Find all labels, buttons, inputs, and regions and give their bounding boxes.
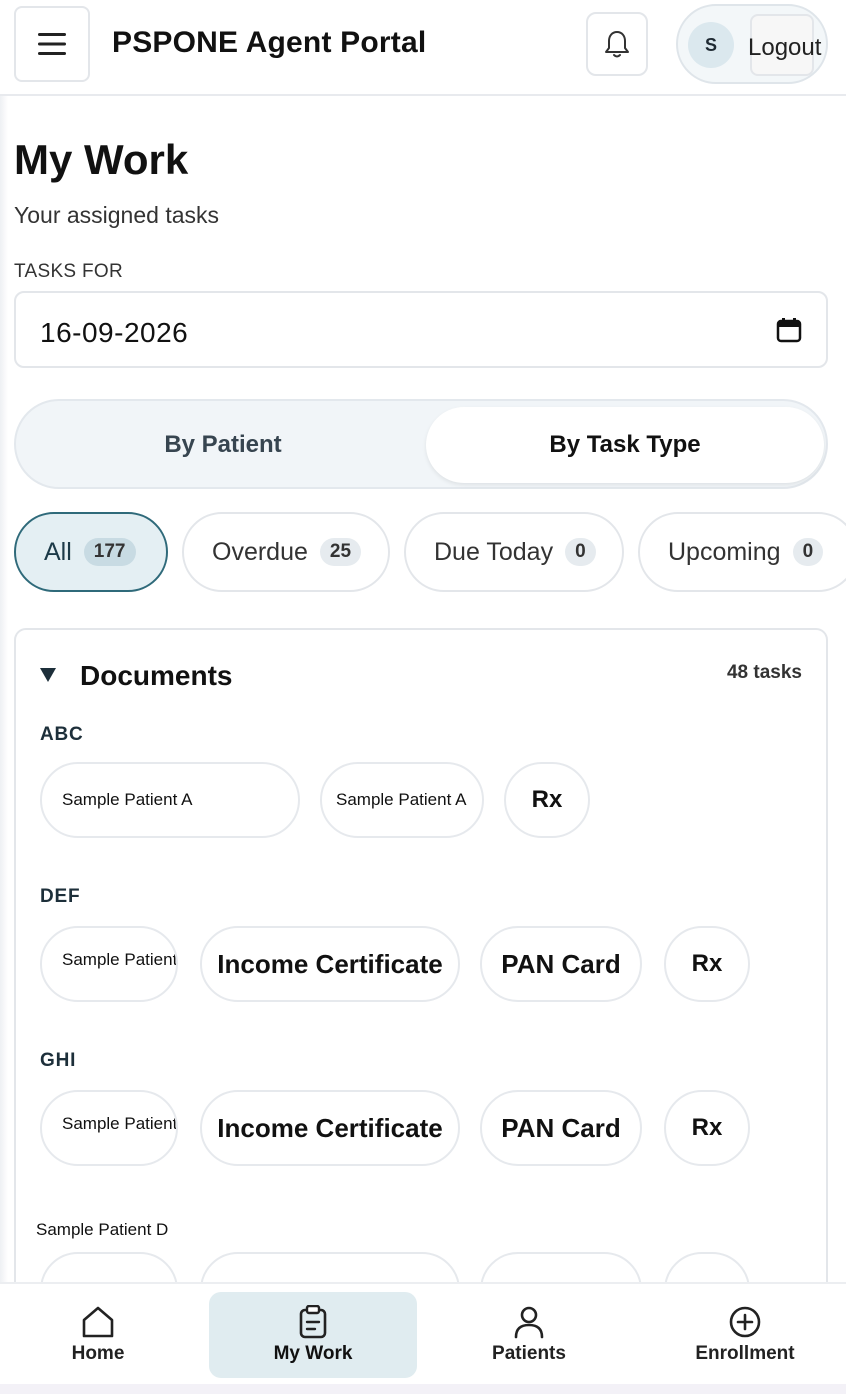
- menu-button[interactable]: [14, 6, 90, 82]
- filter-count-badge: 0: [792, 538, 824, 566]
- app-title: PSPONE Agent Portal: [112, 26, 427, 59]
- filter-chip-label: Due Today: [434, 537, 554, 566]
- filter-chip-due-today[interactable]: Due Today 0: [404, 512, 624, 592]
- group-label: DEF: [40, 886, 81, 907]
- left-edge-shadow: [0, 0, 8, 1384]
- nav-label: Home: [71, 1343, 125, 1364]
- nav-my-work[interactable]: My Work: [209, 1292, 417, 1378]
- by-task-type-tab[interactable]: By Task Type: [426, 407, 824, 483]
- group-label: Sample Patient D: [36, 1220, 169, 1239]
- nav-enrollment[interactable]: Enrollment: [641, 1292, 846, 1378]
- document-chip-rx[interactable]: Rx: [504, 762, 590, 838]
- page-subtitle: Your assigned tasks: [14, 202, 220, 228]
- nav-patients[interactable]: Patients: [425, 1292, 633, 1378]
- tasks-for-label: TASKS FOR: [14, 261, 123, 282]
- patient-chip[interactable]: Sample Patient A: [40, 762, 300, 838]
- filter-chip-overdue[interactable]: Overdue 25: [182, 512, 390, 592]
- filter-chip-label: All: [44, 537, 72, 566]
- document-chip-rx[interactable]: Rx: [664, 926, 750, 1002]
- plus-circle-icon: [729, 1306, 761, 1338]
- document-chip-income-certificate[interactable]: Income Certificate: [200, 926, 460, 1002]
- logout-label[interactable]: Logout: [748, 34, 821, 62]
- group-label: GHI: [40, 1050, 77, 1071]
- avatar[interactable]: S: [688, 22, 734, 68]
- hamburger-icon: [38, 33, 66, 55]
- patient-chip[interactable]: Sample Patient A: [320, 762, 484, 838]
- page-title: My Work: [14, 136, 189, 183]
- view-toggle: By Patient By Task Type: [14, 399, 828, 489]
- calendar-icon[interactable]: [776, 317, 802, 343]
- nav-label: Enrollment: [695, 1343, 795, 1364]
- filter-chip-upcoming[interactable]: Upcoming 0: [638, 512, 846, 592]
- task-count: 48 tasks: [726, 662, 802, 683]
- document-chip-rx[interactable]: Rx: [664, 1090, 750, 1166]
- bottom-nav: Home My Work Patients Enrollment: [0, 1282, 846, 1384]
- patient-chip[interactable]: Sample Patient B: [40, 926, 178, 1002]
- clipboard-icon: [299, 1305, 327, 1339]
- filter-count-badge: 177: [83, 538, 136, 566]
- home-icon: [82, 1306, 114, 1338]
- filter-count-badge: 0: [565, 538, 596, 566]
- collapse-caret-icon[interactable]: [40, 668, 56, 682]
- date-value: 16-09-2026: [40, 317, 189, 348]
- filter-chip-all[interactable]: All 177: [14, 512, 168, 592]
- documents-card: Documents 48 tasks ABC Sample Patient A …: [14, 628, 828, 1384]
- by-patient-tab[interactable]: By Patient: [22, 407, 424, 483]
- patient-chip[interactable]: Sample Patient C: [40, 1090, 178, 1166]
- filter-chip-label: Upcoming: [668, 537, 781, 566]
- nav-label: My Work: [273, 1343, 353, 1364]
- user-menu: S Logout: [676, 4, 828, 84]
- group-label: ABC: [40, 724, 84, 745]
- notifications-button[interactable]: [586, 12, 648, 76]
- page: PSPONE Agent Portal S Logout My Work You…: [0, 0, 846, 1384]
- person-icon: [514, 1306, 544, 1339]
- top-header: PSPONE Agent Portal S Logout: [0, 0, 846, 96]
- nav-label: Patients: [492, 1343, 566, 1364]
- date-input[interactable]: 16-09-2026: [14, 291, 828, 368]
- nav-home[interactable]: Home: [0, 1292, 202, 1378]
- bell-icon: [605, 31, 629, 58]
- filter-chip-label: Overdue: [212, 537, 308, 566]
- document-chip-pan-card[interactable]: PAN Card: [480, 1090, 642, 1166]
- document-chip-pan-card[interactable]: PAN Card: [480, 926, 642, 1002]
- document-chip-income-certificate[interactable]: Income Certificate: [200, 1090, 460, 1166]
- section-title[interactable]: Documents: [80, 660, 232, 692]
- filter-count-badge: 25: [319, 538, 362, 566]
